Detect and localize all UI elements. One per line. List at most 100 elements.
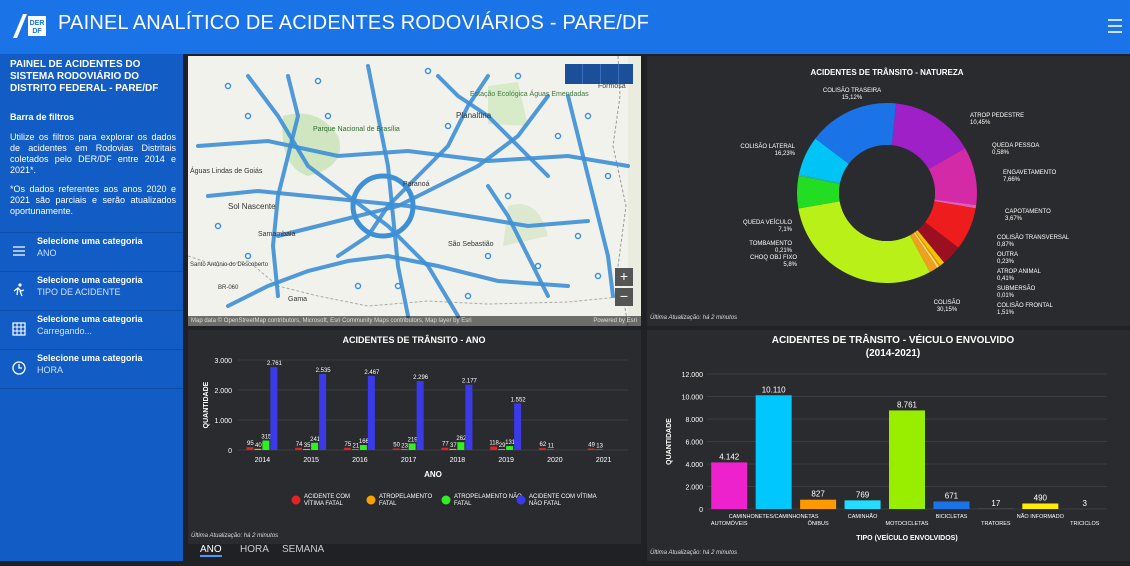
bar[interactable] <box>441 448 448 450</box>
data-label: 74 <box>296 442 303 448</box>
accident-marker[interactable] <box>316 79 321 84</box>
bar[interactable] <box>246 447 253 450</box>
accident-marker[interactable] <box>246 114 251 119</box>
bar[interactable] <box>506 446 513 450</box>
accidents-map[interactable]: Parque Nacional de Brasília Formosa Esta… <box>188 56 641 326</box>
accident-marker[interactable] <box>606 174 611 179</box>
bar[interactable] <box>498 449 505 450</box>
x-tick-label: 2017 <box>401 457 417 464</box>
map-label: Formosa <box>598 83 626 90</box>
bar[interactable] <box>401 449 408 450</box>
bar[interactable] <box>254 449 261 450</box>
accident-marker[interactable] <box>246 254 251 259</box>
x-tick-label: TRICICLOS <box>1070 521 1100 527</box>
slice-pct: 30,15% <box>937 307 958 313</box>
accident-marker[interactable] <box>556 134 561 139</box>
slice-label: CHOQ OBJ FIXO <box>750 255 797 261</box>
slice-label: OUTRA <box>997 252 1018 258</box>
update-note: Última Atualização: há 2 minutos <box>191 533 278 539</box>
legend-label: FATAL <box>454 501 472 507</box>
bar[interactable] <box>344 448 351 450</box>
bar[interactable] <box>449 449 456 450</box>
list-icon <box>11 243 27 259</box>
natureza-donut-chart[interactable]: ACIDENTES DE TRÂNSITO - NATUREZA COLISÃO… <box>647 56 1130 316</box>
note-text: *Os dados referentes aos anos 2020 e 202… <box>10 184 176 217</box>
bar[interactable] <box>352 449 359 450</box>
bar[interactable] <box>270 367 277 450</box>
zoom-out-button[interactable]: − <box>615 288 633 306</box>
x-tick-label: 2018 <box>450 457 466 464</box>
bar[interactable] <box>319 374 326 450</box>
accident-marker[interactable] <box>446 124 451 129</box>
bar[interactable] <box>262 441 269 450</box>
home-icon[interactable] <box>565 64 583 84</box>
bar[interactable] <box>393 449 400 451</box>
vehicle-bar-chart[interactable]: ACIDENTES DE TRÂNSITO - VÉICULO ENVOLVID… <box>647 330 1130 561</box>
bar[interactable] <box>889 410 925 509</box>
bar[interactable] <box>295 448 302 450</box>
bar[interactable] <box>514 403 521 450</box>
tab-ano[interactable]: ANO <box>200 544 222 557</box>
year-bar-chart[interactable]: ACIDENTES DE TRÂNSITO - ANO 01.0002.0003… <box>188 330 641 544</box>
y-tick-label: 6.000 <box>685 440 703 447</box>
legend-label: ACIDENTE COM VÍTIMA <box>529 493 597 500</box>
bar[interactable] <box>360 445 367 450</box>
bar[interactable] <box>845 500 881 509</box>
slice-pct: 15,12% <box>842 95 863 101</box>
accident-marker[interactable] <box>506 194 511 199</box>
data-label: 62 <box>540 442 547 448</box>
bar[interactable] <box>490 446 497 450</box>
accident-marker[interactable] <box>516 74 521 79</box>
data-label: 4.142 <box>719 452 740 461</box>
bar[interactable] <box>933 501 969 509</box>
basemap-icon[interactable] <box>565 89 582 109</box>
accident-marker[interactable] <box>226 84 231 89</box>
accident-marker[interactable] <box>326 114 331 119</box>
filter-ano[interactable]: Selecione uma categoria ANO <box>0 232 183 271</box>
filter-category-3[interactable]: Selecione uma categoria Carregando... <box>0 310 183 349</box>
hamburger-menu-icon[interactable] <box>1108 19 1122 33</box>
bar[interactable] <box>311 443 318 450</box>
bar[interactable] <box>588 449 595 450</box>
legend-icon[interactable] <box>583 64 601 84</box>
legend-swatch <box>442 496 451 505</box>
slice-label: COLISÃO FRONTAL <box>997 302 1054 309</box>
accident-marker[interactable] <box>426 69 431 74</box>
tab-hora[interactable]: HORA <box>240 544 269 555</box>
slice-pct: 7,1% <box>778 227 792 233</box>
bar[interactable] <box>465 385 472 450</box>
bar[interactable] <box>457 442 464 450</box>
filters-heading: Barra de filtros <box>10 112 74 122</box>
filter-value: Carregando... <box>37 326 92 336</box>
map-label: Parque Nacional de Brasília <box>313 126 400 133</box>
accident-marker[interactable] <box>586 114 591 119</box>
y-tick-label: 0 <box>228 448 232 455</box>
bar[interactable] <box>409 443 416 450</box>
accident-marker[interactable] <box>486 254 491 259</box>
bar[interactable] <box>1022 503 1058 509</box>
bar[interactable] <box>539 448 546 450</box>
accident-marker[interactable] <box>596 274 601 279</box>
accident-marker[interactable] <box>396 284 401 289</box>
bar[interactable] <box>711 462 747 509</box>
tab-semana[interactable]: SEMANA <box>282 544 324 555</box>
bar[interactable] <box>756 395 792 509</box>
bar[interactable] <box>417 381 424 450</box>
update-note: Última Atualização: há 2 minutos <box>650 315 737 321</box>
bar[interactable] <box>303 449 310 450</box>
accident-marker[interactable] <box>576 234 581 239</box>
y-tick-label: 1.000 <box>214 418 232 425</box>
accident-marker[interactable] <box>466 294 471 299</box>
filter-tipo-acidente[interactable]: Selecione uma categoria TIPO DE ACIDENTE <box>0 271 183 310</box>
filter-hora[interactable]: Selecione uma categoria HORA <box>0 349 183 389</box>
accident-marker[interactable] <box>216 224 221 229</box>
layers-icon[interactable] <box>601 64 619 84</box>
clock-icon <box>11 360 27 376</box>
zoom-in-button[interactable]: + <box>615 268 633 286</box>
filter-label: Selecione uma categoria <box>37 353 143 363</box>
accident-marker[interactable] <box>356 284 361 289</box>
accident-marker[interactable] <box>536 264 541 269</box>
filter-label: Selecione uma categoria <box>37 236 143 246</box>
bar[interactable] <box>800 500 836 509</box>
bar[interactable] <box>368 376 375 450</box>
